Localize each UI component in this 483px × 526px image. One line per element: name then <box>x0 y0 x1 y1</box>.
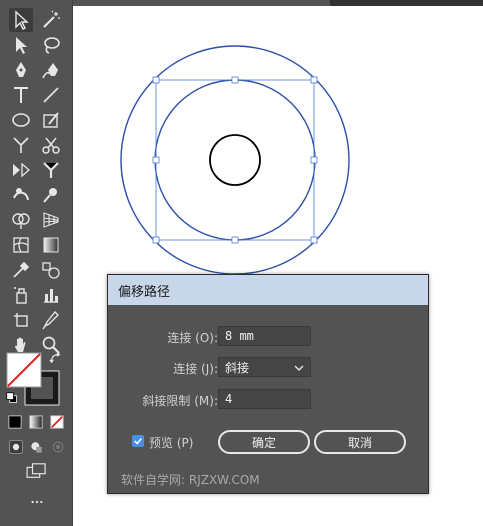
chevron-down-icon <box>294 360 304 374</box>
width-icon[interactable] <box>39 158 63 182</box>
bounding-box-handles[interactable] <box>152 76 318 244</box>
lasso-icon[interactable] <box>39 33 63 57</box>
rotate-icon[interactable] <box>9 158 33 182</box>
offset-label: 连接 (O): <box>167 331 218 345</box>
type-icon[interactable] <box>9 83 33 107</box>
inner-circle[interactable] <box>209 134 261 186</box>
paintbrush-icon[interactable] <box>39 108 63 132</box>
line-segment-icon[interactable] <box>39 83 63 107</box>
swap-icon[interactable] <box>48 350 64 366</box>
selected-circle[interactable] <box>154 79 316 241</box>
miter-limit-label: 斜接限制 (M): <box>142 394 218 408</box>
magic-wand-icon[interactable] <box>39 8 63 32</box>
none-mode-icon[interactable] <box>48 413 66 431</box>
join-label: 连接 (J): <box>173 362 218 376</box>
puppet-warp-icon[interactable] <box>39 183 63 207</box>
mesh-icon[interactable] <box>9 233 33 257</box>
watermark-text: 软件自学网: RJZXW.COM <box>121 473 260 487</box>
column-graph-icon[interactable] <box>39 283 63 307</box>
join-select[interactable]: 斜接 <box>218 357 311 377</box>
miter-limit-input[interactable]: 4 <box>218 389 311 409</box>
color-mode-icon[interactable] <box>6 413 24 431</box>
direct-selection-icon[interactable] <box>9 33 33 57</box>
shaper-icon[interactable] <box>9 133 33 157</box>
gradient-mode-icon[interactable] <box>27 413 45 431</box>
dialog-title: 偏移路径 <box>118 284 171 300</box>
ellipse-icon[interactable] <box>9 108 33 132</box>
slice-icon[interactable] <box>39 308 63 332</box>
checkmark-icon <box>134 438 142 445</box>
tools-panel <box>0 0 73 526</box>
more-tools-icon[interactable] <box>24 494 50 510</box>
draw-mode-icon[interactable] <box>6 437 26 457</box>
offset-path-dialog: 偏移路径 连接 (O): 8 mm 连接 (J): 斜接 斜接限制 (M): 4… <box>107 274 429 494</box>
scissors-icon[interactable] <box>39 133 63 157</box>
blend-icon[interactable] <box>39 258 63 282</box>
pen-icon[interactable] <box>9 58 33 82</box>
dialog-titlebar[interactable]: 偏移路径 <box>108 275 428 305</box>
shape-builder-icon[interactable] <box>9 208 33 232</box>
screen-mode-icon[interactable] <box>24 461 50 481</box>
artboard-icon[interactable] <box>9 308 33 332</box>
draw-inside-icon[interactable] <box>48 437 68 457</box>
gradient-icon[interactable] <box>39 233 63 257</box>
warp-icon[interactable] <box>9 183 33 207</box>
cancel-button[interactable]: 取消 <box>314 430 406 454</box>
ok-button[interactable]: 确定 <box>218 430 310 454</box>
join-select-value: 斜接 <box>225 360 250 375</box>
perspective-grid-icon[interactable] <box>39 208 63 232</box>
bounding-box <box>155 79 315 241</box>
preview-label[interactable]: 预览 (P) <box>149 434 193 451</box>
selection-icon[interactable] <box>9 8 33 32</box>
symbol-sprayer-icon[interactable] <box>9 283 33 307</box>
eyedropper-icon[interactable] <box>9 258 33 282</box>
default-colors-icon[interactable] <box>4 390 20 406</box>
draw-behind-icon[interactable] <box>27 437 47 457</box>
offset-input[interactable]: 8 mm <box>218 326 311 346</box>
preview-checkbox[interactable] <box>132 435 144 447</box>
curvature-icon[interactable] <box>39 58 63 82</box>
